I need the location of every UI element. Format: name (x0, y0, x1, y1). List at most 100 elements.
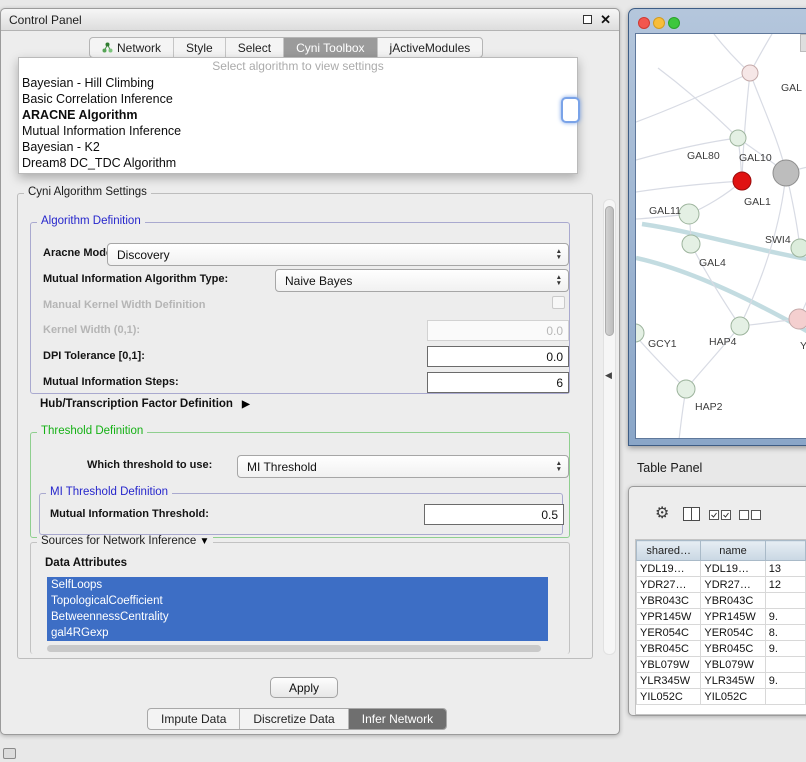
table-cell[interactable]: YBL079W (637, 657, 701, 673)
network-node[interactable] (636, 324, 644, 342)
table-cell[interactable]: YDL19… (701, 561, 765, 577)
attribute-item-selfloops[interactable]: SelfLoops (47, 577, 548, 593)
table-cell[interactable]: YPR145W (637, 609, 701, 625)
network-node-red[interactable] (733, 172, 751, 190)
close-window-icon[interactable]: ✕ (600, 12, 611, 28)
column-header[interactable]: shared… (637, 541, 701, 561)
column-header[interactable] (765, 541, 805, 561)
table-cell[interactable]: YDR27… (637, 577, 701, 593)
tab-cyni-toolbox[interactable]: Cyni Toolbox (284, 38, 377, 57)
aracne-mode-combobox[interactable]: Discovery ▲▼ (107, 243, 569, 266)
table-cell[interactable]: YER054C (637, 625, 701, 641)
table-cell[interactable]: YDR27… (701, 577, 765, 593)
table-cell[interactable]: YLR345W (637, 673, 701, 689)
bottom-tab-discretize-data[interactable]: Discretize Data (240, 709, 348, 729)
table-cell[interactable]: 8. (765, 625, 805, 641)
network-node[interactable] (677, 380, 695, 398)
table-cell[interactable]: YBR043C (637, 593, 701, 609)
attribute-item-betweennesscentrality[interactable]: BetweennessCentrality (47, 609, 548, 625)
attribute-item-topologicalcoefficient[interactable]: TopologicalCoefficient (47, 593, 548, 609)
algorithm-option-bayesian-hill-climbing[interactable]: Bayesian - Hill Climbing (19, 75, 577, 91)
float-window-icon[interactable] (583, 15, 592, 24)
sources-expander[interactable]: Sources for Network Inference ▼ (37, 535, 213, 547)
table-cell[interactable]: 13 (765, 561, 805, 577)
algorithm-option-bayesian-k2[interactable]: Bayesian - K2 (19, 139, 577, 155)
network-edge[interactable] (636, 73, 750, 122)
which-threshold-combobox[interactable]: MI Threshold ▲▼ (237, 455, 569, 478)
hub-definition-expander[interactable]: Hub/Transcription Factor Definition ▶ (40, 398, 250, 410)
table-cell[interactable]: YER054C (701, 625, 765, 641)
table-cell[interactable]: YLR345W (701, 673, 765, 689)
table-cell[interactable]: 12 (765, 577, 805, 593)
algorithm-option-dream8-dc-tdc-algorithm[interactable]: Dream8 DC_TDC Algorithm (19, 155, 577, 171)
bottom-tab-infer-network[interactable]: Infer Network (349, 709, 446, 729)
table-cell[interactable]: YPR145W (701, 609, 765, 625)
network-edge[interactable] (742, 73, 750, 181)
focused-combobox-fragment[interactable] (561, 97, 580, 123)
algorithm-option-aracne-algorithm[interactable]: ARACNE Algorithm (19, 107, 577, 123)
deselect-all-columns-icon[interactable] (739, 509, 761, 521)
mac-close-button[interactable] (638, 17, 650, 29)
algorithm-option-mutual-information-inference[interactable]: Mutual Information Inference (19, 123, 577, 139)
table-cell[interactable] (765, 657, 805, 673)
table-cell[interactable]: YDL19… (637, 561, 701, 577)
mac-zoom-button[interactable] (668, 17, 680, 29)
network-node[interactable] (730, 130, 746, 146)
column-header[interactable]: name (701, 541, 765, 561)
table-row[interactable]: YBR043CYBR043C (637, 593, 806, 609)
table-row[interactable]: YDL19…YDL19…13 (637, 561, 806, 577)
table-cell[interactable] (765, 593, 805, 609)
table-cell[interactable] (765, 689, 805, 705)
table-settings-gear-icon[interactable]: ⚙ (655, 503, 669, 523)
table-row[interactable]: YPR145WYPR145W9. (637, 609, 806, 625)
tab-style[interactable]: Style (174, 38, 226, 57)
tab-network[interactable]: Network (90, 38, 174, 57)
dpi-tolerance-field[interactable] (427, 346, 569, 367)
table-cell[interactable]: YBL079W (701, 657, 765, 673)
table-row[interactable]: YBL079WYBL079W (637, 657, 806, 673)
network-node[interactable] (791, 239, 806, 257)
table-cell[interactable]: YBR045C (637, 641, 701, 657)
network-node[interactable] (682, 235, 700, 253)
network-edge[interactable] (636, 181, 742, 192)
table-cell[interactable]: 9. (765, 641, 805, 657)
network-node[interactable] (742, 65, 758, 81)
table-row[interactable]: YLR345WYLR345W9. (637, 673, 806, 689)
table-row[interactable]: YDR27…YDR27…12 (637, 577, 806, 593)
table-cell[interactable]: YIL052C (701, 689, 765, 705)
select-all-columns-icon[interactable] (709, 509, 731, 521)
table-cell[interactable]: 9. (765, 609, 805, 625)
table-row[interactable]: YBR045CYBR045C9. (637, 641, 806, 657)
mi-steps-field[interactable] (427, 372, 569, 393)
algorithm-option-basic-correlation-inference[interactable]: Basic Correlation Inference (19, 91, 577, 107)
bottom-tab-impute-data[interactable]: Impute Data (148, 709, 240, 729)
mac-minimize-button[interactable] (653, 17, 665, 29)
attribute-item-gal4rgexp[interactable]: gal4RGexp (47, 625, 548, 641)
apply-button[interactable]: Apply (270, 677, 338, 698)
collapsed-window-icon[interactable] (3, 748, 16, 759)
settings-scrollbar-thumb[interactable] (605, 206, 614, 336)
table-cell[interactable]: YIL052C (637, 689, 701, 705)
table-cell[interactable]: 9. (765, 673, 805, 689)
tab-select[interactable]: Select (226, 38, 284, 57)
canvas-scrollbar-fragment[interactable] (800, 34, 806, 52)
settings-scrollbar[interactable] (603, 199, 616, 655)
network-node[interactable] (679, 204, 699, 224)
network-node[interactable] (731, 317, 749, 335)
table-row[interactable]: YIL052CYIL052C (637, 689, 806, 705)
network-edge[interactable] (658, 68, 738, 138)
columns-icon[interactable] (683, 507, 700, 521)
network-canvas[interactable]: GALGAL80GAL10GAL1GAL11SWI4GAL4GCY1HAP4YH… (635, 33, 806, 439)
mi-threshold-field[interactable] (424, 504, 564, 525)
splitter-collapse-icon[interactable]: ◀ (605, 370, 612, 381)
tab-jactivemodules[interactable]: jActiveModules (378, 38, 483, 57)
table-cell[interactable]: YBR043C (701, 593, 765, 609)
network-node-gray[interactable] (773, 160, 799, 186)
table-row[interactable]: YER054CYER054C8. (637, 625, 806, 641)
combo-down-icon: ▼ (556, 255, 562, 261)
mi-algorithm-type-combobox[interactable]: Naive Bayes ▲▼ (275, 269, 569, 292)
table-cell[interactable]: YBR045C (701, 641, 765, 657)
network-node[interactable] (789, 309, 806, 329)
attributes-hscrollbar-thumb[interactable] (47, 645, 541, 652)
control-panel-titlebar[interactable]: Control Panel ✕ (1, 9, 619, 31)
